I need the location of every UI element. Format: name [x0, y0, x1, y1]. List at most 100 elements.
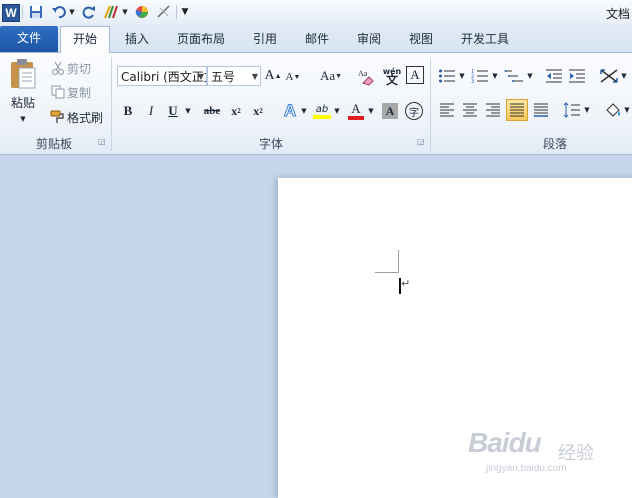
character-border-button[interactable]: A: [406, 66, 424, 84]
watermark-url: jingyan.baidu.com: [486, 463, 567, 474]
grow-font-button[interactable]: A ▲: [264, 66, 282, 86]
chinese-layout-button[interactable]: [598, 65, 620, 87]
shading-dropdown-icon[interactable]: ▼: [623, 103, 631, 117]
paste-dropdown-icon[interactable]: ▼: [16, 113, 30, 125]
tab-insert[interactable]: 插入: [114, 27, 160, 52]
change-case-icon: Aa: [319, 68, 336, 83]
color-icon[interactable]: [134, 3, 150, 21]
paste-button[interactable]: 粘贴: [6, 93, 40, 111]
separator: [22, 5, 23, 19]
line-spacing-dropdown-icon[interactable]: ▼: [583, 103, 591, 117]
phonetic-guide-button[interactable]: wén 文: [381, 65, 403, 87]
tab-developer[interactable]: 开发工具: [452, 27, 518, 52]
redo-icon[interactable]: [80, 3, 98, 21]
paragraph-group-label: 段落: [542, 137, 567, 151]
document-title: 文档: [605, 7, 630, 21]
numbering-button[interactable]: 123: [470, 66, 490, 86]
bullets-dropdown-icon[interactable]: ▼: [458, 69, 466, 83]
chinese-layout-dropdown-icon[interactable]: ▼: [620, 69, 628, 83]
superscript-button[interactable]: x2: [249, 101, 267, 121]
tab-mailings[interactable]: 邮件: [296, 27, 338, 52]
highlight-button[interactable]: ab: [311, 100, 333, 122]
copy-icon[interactable]: [50, 84, 66, 100]
watermark-cn: 经验: [558, 443, 594, 464]
align-center-button[interactable]: [460, 100, 480, 120]
align-left-button[interactable]: [437, 100, 457, 120]
highlight-icon: ab: [315, 103, 329, 115]
font-color-button[interactable]: A: [346, 100, 366, 122]
shrink-font-button[interactable]: A ▼: [284, 68, 302, 86]
strikethrough-button[interactable]: abe: [199, 101, 225, 121]
dropdown-icon[interactable]: ▼: [121, 3, 129, 21]
text-effect-dropdown-icon[interactable]: ▼: [300, 103, 308, 119]
undo-dropdown-icon[interactable]: ▼: [68, 3, 76, 21]
format-painter-button[interactable]: 格式刷: [67, 109, 107, 125]
clipboard-group-label: 剪贴板: [35, 137, 72, 151]
grow-font-icon: A: [264, 68, 275, 83]
tab-home[interactable]: 开始: [60, 26, 110, 53]
justify-button[interactable]: [506, 99, 528, 121]
phonetic-char: 文: [385, 73, 398, 87]
tab-view[interactable]: 视图: [400, 27, 442, 52]
paste-icon[interactable]: [6, 57, 40, 91]
crop-mark-vertical: [398, 250, 399, 273]
font-color-icon: A: [351, 101, 361, 116]
ribbon-tabs: 文件 开始 插入 页面布局 引用 邮件 审阅 视图 开发工具: [0, 24, 632, 53]
highlight-dropdown-icon[interactable]: ▼: [333, 103, 341, 119]
paragraph-mark: ↵: [401, 277, 411, 290]
watermark-brand: Baidu: [468, 427, 542, 458]
character-shading-button[interactable]: A: [382, 103, 398, 119]
text-effect-button[interactable]: A: [280, 100, 300, 122]
bold-button[interactable]: B: [119, 101, 137, 121]
font-group-label: 字体: [258, 137, 283, 151]
shading-button[interactable]: [603, 100, 623, 120]
tab-page-layout[interactable]: 页面布局: [170, 27, 232, 52]
baidu-watermark: Baidu 经验 jingyan.baidu.com: [468, 425, 608, 477]
font-launcher-icon[interactable]: ◲: [417, 138, 425, 146]
highlight-color-swatch: [313, 114, 331, 119]
customize-icon[interactable]: ▼: [180, 3, 190, 21]
save-icon[interactable]: [28, 3, 44, 21]
change-case-button[interactable]: Aa ▼: [318, 66, 344, 86]
svg-text:Aa: Aa: [358, 69, 368, 78]
format-painter-icon[interactable]: [102, 3, 122, 21]
font-size-dropdown-icon[interactable]: ▼: [252, 67, 258, 85]
line-spacing-button[interactable]: [562, 100, 582, 120]
clipboard-launcher-icon[interactable]: ◲: [98, 138, 106, 146]
svg-text:3: 3: [471, 79, 474, 84]
shrink-font-icon: A: [285, 71, 294, 83]
font-color-swatch: [348, 116, 364, 120]
cut-button[interactable]: 剪切: [67, 60, 97, 76]
enclose-characters-button[interactable]: 字: [405, 102, 423, 120]
decrease-indent-button[interactable]: [544, 66, 564, 86]
underline-button[interactable]: U: [164, 101, 182, 121]
separator: [176, 5, 177, 19]
crop-mark-horizontal: [375, 272, 398, 273]
undo-icon[interactable]: [50, 3, 68, 21]
font-name-combo[interactable]: Calibri (西文正文) ▼: [117, 66, 207, 86]
format-painter-brush-icon[interactable]: [50, 109, 66, 125]
word-logo-icon[interactable]: W: [2, 4, 20, 22]
numbering-dropdown-icon[interactable]: ▼: [491, 69, 499, 83]
quick-access-toolbar: W ▼ ▼ ▼ 文档: [0, 0, 632, 25]
tab-file[interactable]: 文件: [0, 26, 58, 52]
align-right-button[interactable]: [483, 100, 503, 120]
tab-references[interactable]: 引用: [244, 27, 286, 52]
subscript-button[interactable]: x2: [227, 101, 245, 121]
increase-indent-button[interactable]: [567, 66, 587, 86]
distributed-button[interactable]: [531, 100, 551, 120]
copy-button[interactable]: 复制: [67, 84, 97, 100]
font-color-dropdown-icon[interactable]: ▼: [367, 103, 375, 119]
font-size-combo[interactable]: 五号 ▼: [207, 66, 261, 86]
clear-formatting-button[interactable]: Aa: [356, 65, 378, 87]
bullets-button[interactable]: [437, 66, 457, 86]
font-name-dropdown-icon[interactable]: ▼: [198, 67, 204, 85]
tab-review[interactable]: 审阅: [348, 27, 390, 52]
multilevel-dropdown-icon[interactable]: ▼: [526, 69, 534, 83]
ribbon: 粘贴 ▼ 剪切 复制 格式刷 剪贴板 ◲ Calibri (西文正文) ▼ 五号…: [0, 53, 632, 155]
underline-dropdown-icon[interactable]: ▼: [183, 103, 193, 119]
italic-button[interactable]: I: [142, 101, 160, 121]
multilevel-list-button[interactable]: [503, 66, 525, 86]
draw-icon[interactable]: [156, 3, 172, 21]
cut-icon[interactable]: [50, 60, 66, 76]
